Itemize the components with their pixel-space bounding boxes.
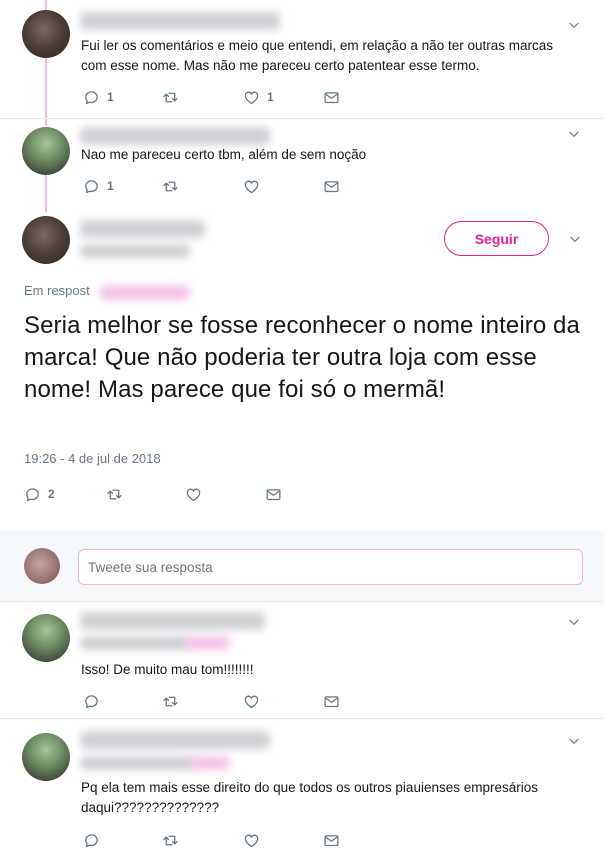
message-button[interactable] <box>323 87 340 107</box>
tweet-actions: 1 <box>81 176 361 196</box>
redacted-handle <box>80 244 190 258</box>
redacted-reply-line <box>80 756 195 770</box>
reply-tweet-item[interactable]: Pq ela tem mais esse direito do que todo… <box>0 719 604 852</box>
redacted-reply-handle[interactable] <box>185 636 230 650</box>
reply-icon <box>24 486 41 503</box>
redacted-username <box>80 127 270 145</box>
reply-tweet-item[interactable]: Isso! De muito mau tom!!!!!!!! <box>0 602 604 718</box>
message-icon <box>323 178 340 195</box>
reply-button[interactable]: 1 <box>83 87 114 107</box>
tweet-item[interactable]: Nao me pareceu certo tbm, além de sem no… <box>0 119 604 208</box>
chevron-down-icon[interactable] <box>567 127 581 141</box>
like-icon <box>243 89 260 106</box>
retweet-icon <box>106 486 123 503</box>
chevron-down-icon[interactable] <box>568 232 582 246</box>
message-button[interactable] <box>323 691 340 711</box>
message-icon <box>323 693 340 710</box>
reply-button[interactable] <box>83 691 100 711</box>
reply-icon <box>83 178 100 195</box>
tweet-timestamp[interactable]: 19:26 - 4 de jul de 2018 <box>24 451 161 466</box>
tweet-text: Pq ela tem mais esse direito do que todo… <box>81 780 538 815</box>
reply-to-label: Em respost <box>24 283 90 298</box>
retweet-icon <box>162 832 179 849</box>
retweet-button[interactable] <box>106 484 123 504</box>
retweet-icon <box>162 178 179 195</box>
reply-button[interactable] <box>83 830 100 850</box>
redacted-username <box>80 731 270 749</box>
redacted-username <box>80 612 265 630</box>
tweet-actions: 1 1 <box>81 87 361 107</box>
reply-input[interactable] <box>78 549 583 585</box>
reply-button[interactable]: 1 <box>83 176 114 196</box>
like-button[interactable] <box>243 176 260 196</box>
chevron-down-icon[interactable] <box>567 18 581 32</box>
redacted-username <box>80 12 280 30</box>
redacted-reply-handle[interactable] <box>190 756 230 770</box>
main-tweet-text: Seria melhor se fosse reconhecer o nome … <box>24 312 580 403</box>
retweet-button[interactable] <box>162 176 179 196</box>
message-button[interactable] <box>323 830 340 850</box>
like-button[interactable] <box>243 830 260 850</box>
avatar[interactable] <box>22 127 70 175</box>
chevron-down-icon[interactable] <box>567 734 581 748</box>
like-icon <box>243 693 260 710</box>
like-count: 1 <box>267 90 274 104</box>
retweet-button[interactable] <box>162 87 179 107</box>
main-tweet-actions: 2 <box>24 484 304 504</box>
reply-button[interactable]: 2 <box>24 484 55 504</box>
tweet-text: Isso! De muito mau tom!!!!!!!! <box>81 662 254 677</box>
retweet-icon <box>162 693 179 710</box>
message-button[interactable] <box>265 484 282 504</box>
like-button[interactable] <box>185 484 202 504</box>
main-tweet-avatar[interactable] <box>22 216 70 264</box>
retweet-button[interactable] <box>162 691 179 711</box>
tweet-text: Nao me pareceu certo tbm, além de sem no… <box>81 147 367 162</box>
avatar[interactable] <box>22 10 70 58</box>
like-icon <box>185 486 202 503</box>
message-icon <box>323 89 340 106</box>
redacted-reply-handle[interactable] <box>100 285 190 300</box>
retweet-icon <box>162 89 179 106</box>
message-icon <box>323 832 340 849</box>
message-button[interactable] <box>323 176 340 196</box>
reply-icon <box>83 693 100 710</box>
avatar[interactable] <box>22 614 70 662</box>
reply-icon <box>83 89 100 106</box>
message-icon <box>265 486 282 503</box>
tweet-actions <box>81 830 361 850</box>
redacted-reply-line <box>80 636 190 650</box>
like-button[interactable]: 1 <box>243 87 274 107</box>
like-icon <box>243 178 260 195</box>
follow-button[interactable]: Seguir <box>444 221 549 256</box>
tweet-text: Fui ler os comentários e meio que entend… <box>81 38 553 73</box>
tweet-item[interactable]: Fui ler os comentários e meio que entend… <box>0 0 604 118</box>
tweet-actions <box>81 691 361 711</box>
avatar[interactable] <box>22 733 70 781</box>
redacted-display-name <box>80 220 205 238</box>
retweet-button[interactable] <box>162 830 179 850</box>
reply-count: 1 <box>107 90 114 104</box>
like-button[interactable] <box>243 691 260 711</box>
like-icon <box>243 832 260 849</box>
reply-icon <box>83 832 100 849</box>
chevron-down-icon[interactable] <box>567 615 581 629</box>
reply-count: 2 <box>48 487 55 501</box>
own-avatar[interactable] <box>24 548 60 584</box>
reply-count: 1 <box>107 179 114 193</box>
